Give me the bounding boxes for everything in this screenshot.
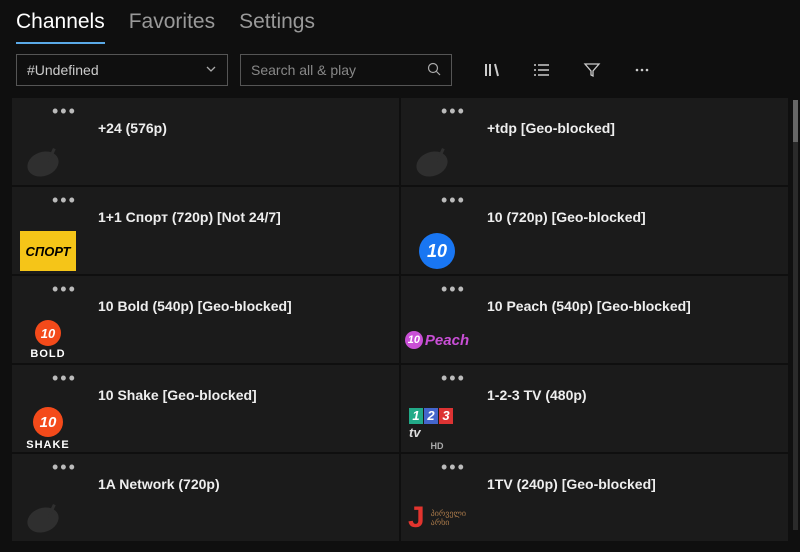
channel-title: 1+1 Спорт (720p) [Not 24/7] bbox=[98, 209, 281, 225]
channel-title: 1A Network (720p) bbox=[98, 476, 220, 492]
channel-logo: 10BOLD bbox=[20, 318, 76, 362]
search-icon[interactable] bbox=[427, 62, 441, 79]
channel-logo: Jპირველიარხი bbox=[409, 496, 465, 540]
channel-title: 10 (720p) [Geo-blocked] bbox=[487, 209, 646, 225]
tab-bar: Channels Favorites Settings bbox=[0, 0, 800, 44]
search-box[interactable] bbox=[240, 54, 452, 86]
satellite-dish-icon bbox=[409, 140, 465, 184]
channel-card[interactable]: ••• +24 (576p) bbox=[12, 98, 399, 185]
channel-title: 10 Peach (540p) [Geo-blocked] bbox=[487, 298, 691, 314]
card-more-icon[interactable]: ••• bbox=[52, 195, 77, 205]
category-selected: #Undefined bbox=[27, 62, 99, 78]
card-more-icon[interactable]: ••• bbox=[441, 106, 466, 116]
filter-icon[interactable] bbox=[582, 60, 602, 80]
card-more-icon[interactable]: ••• bbox=[52, 106, 77, 116]
tab-channels[interactable]: Channels bbox=[16, 10, 105, 44]
channel-card[interactable]: ••• 10 Peach (540p) [Geo-blocked] 10Peach bbox=[401, 276, 788, 363]
card-more-icon[interactable]: ••• bbox=[441, 462, 466, 472]
tab-favorites[interactable]: Favorites bbox=[129, 10, 215, 44]
chevron-down-icon bbox=[205, 63, 217, 78]
tab-settings[interactable]: Settings bbox=[239, 10, 315, 44]
channel-card[interactable]: ••• 1A Network (720p) bbox=[12, 454, 399, 541]
channel-title: 1-2-3 TV (480p) bbox=[487, 387, 587, 403]
category-dropdown[interactable]: #Undefined bbox=[16, 54, 228, 86]
channel-card[interactable]: ••• 10 (720p) [Geo-blocked] 10 bbox=[401, 187, 788, 274]
toolbar-icons bbox=[482, 60, 652, 80]
card-more-icon[interactable]: ••• bbox=[441, 284, 466, 294]
channel-logo: 123tvHD bbox=[409, 407, 465, 451]
channel-grid: ••• +24 (576p) ••• +tdp [Geo-blocked] ••• 1+1… bbox=[12, 98, 788, 541]
channel-title: +24 (576p) bbox=[98, 120, 167, 136]
card-more-icon[interactable]: ••• bbox=[52, 284, 77, 294]
channel-card[interactable]: ••• 10 Bold (540p) [Geo-blocked] 10BOLD bbox=[12, 276, 399, 363]
channel-logo: 10 bbox=[409, 229, 465, 273]
channel-title: 1TV (240p) [Geo-blocked] bbox=[487, 476, 656, 492]
card-more-icon[interactable]: ••• bbox=[441, 373, 466, 383]
toolbar: #Undefined bbox=[0, 44, 800, 98]
channel-logo: СПОРТ bbox=[20, 229, 76, 273]
card-more-icon[interactable]: ••• bbox=[52, 373, 77, 383]
channel-card[interactable]: ••• 1TV (240p) [Geo-blocked] Jპირველიარხი bbox=[401, 454, 788, 541]
channel-title: 10 Shake [Geo-blocked] bbox=[98, 387, 257, 403]
more-icon[interactable] bbox=[632, 60, 652, 80]
satellite-dish-icon bbox=[20, 496, 76, 540]
list-view-icon[interactable] bbox=[532, 60, 552, 80]
satellite-dish-icon bbox=[20, 140, 76, 184]
library-icon[interactable] bbox=[482, 60, 502, 80]
card-more-icon[interactable]: ••• bbox=[441, 195, 466, 205]
channel-logo: 10SHAKE bbox=[20, 407, 76, 451]
card-more-icon[interactable]: ••• bbox=[52, 462, 77, 472]
scrollbar-thumb[interactable] bbox=[793, 100, 798, 142]
channel-card[interactable]: ••• 1-2-3 TV (480p) 123tvHD bbox=[401, 365, 788, 452]
channel-title: 10 Bold (540p) [Geo-blocked] bbox=[98, 298, 292, 314]
channel-card[interactable]: ••• 1+1 Спорт (720p) [Not 24/7] СПОРТ bbox=[12, 187, 399, 274]
search-input[interactable] bbox=[251, 62, 411, 78]
channel-logo: 10Peach bbox=[409, 318, 465, 362]
scrollbar[interactable] bbox=[793, 100, 798, 530]
channel-card[interactable]: ••• 10 Shake [Geo-blocked] 10SHAKE bbox=[12, 365, 399, 452]
channel-title: +tdp [Geo-blocked] bbox=[487, 120, 615, 136]
channel-card[interactable]: ••• +tdp [Geo-blocked] bbox=[401, 98, 788, 185]
